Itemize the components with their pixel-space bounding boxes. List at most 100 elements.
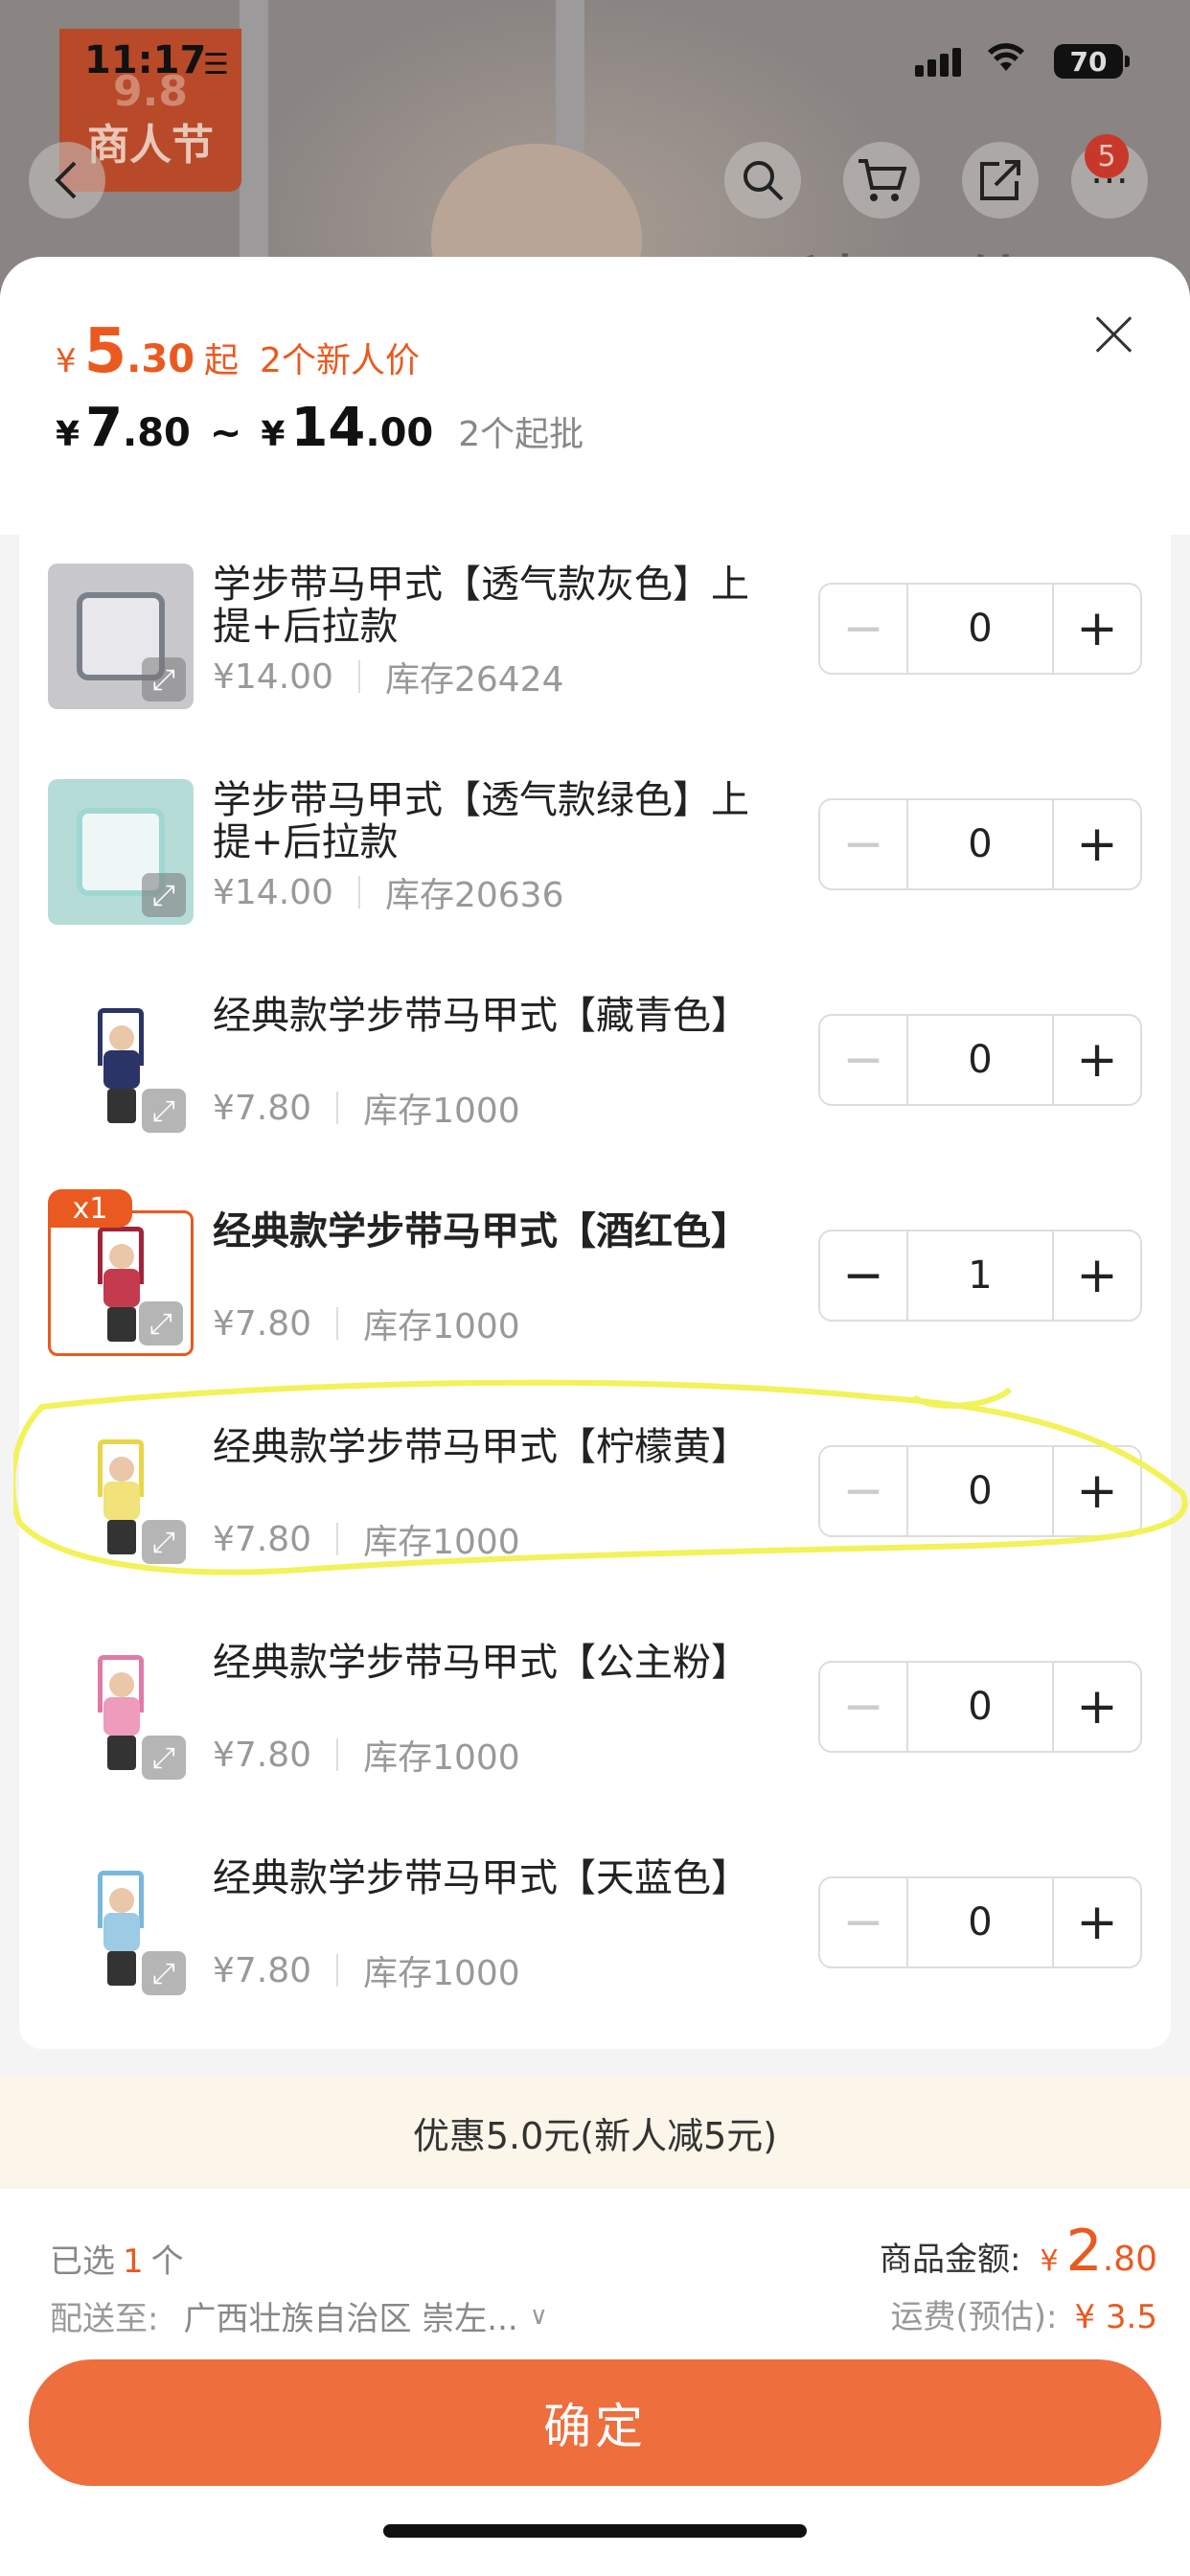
decrease-button[interactable]: − [820,1231,906,1320]
range-min-dec: .80 [123,411,191,455]
increase-button[interactable]: + [1054,1016,1140,1104]
sku-meta: ¥7.80 库存1000 [213,1299,520,1348]
goods-amount-dec: .80 [1102,2240,1157,2279]
status-bar: 11:17 ☰ 70 [0,38,1190,86]
expand-icon[interactable]: ⤢ [142,657,186,702]
expand-icon[interactable]: ⤢ [142,1736,186,1780]
quantity-stepper: − 0 + [818,1876,1142,1968]
sku-thumbnail[interactable]: ⤢ [48,564,194,709]
sku-list: ⤢ 学步带马甲式【透气款灰色】上提+后拉款 ¥14.00 库存26424 − 0 … [19,535,1171,2049]
quantity-input[interactable]: 0 [906,1663,1054,1751]
goods-amount: 商品金额: ¥ 2 .80 [880,2218,1157,2285]
ship-label: 配送至: [50,2300,159,2338]
kid-image [92,1655,149,1774]
sku-thumbnail[interactable]: ⤢ [48,1857,194,2003]
quantity-stepper: − 1 + [818,1230,1142,1322]
sku-item: ⤢ 学步带马甲式【透气款绿色】上提+后拉款 ¥14.00 库存20636 − 0 … [19,760,1171,952]
freight-estimate: 运费(预估): ¥ 3.5 [891,2290,1158,2337]
sku-thumbnail[interactable]: ⤢ [48,1210,194,1356]
currency-symbol: ¥ [1040,2244,1059,2278]
sku-thumbnail[interactable]: ⤢ [48,995,194,1140]
home-indicator [383,2524,807,2538]
ship-address-value: 广西壮族自治区 崇左... [183,2300,518,2338]
sku-name: 学步带马甲式【透气款灰色】上提+后拉款 [213,563,749,649]
sku-name: 经典款学步带马甲式【酒红色】 [213,1209,749,1254]
new-user-price: ¥ 5 .30 起 2个新人价 [56,316,420,387]
increase-button[interactable]: + [1054,1231,1140,1320]
freight-value: ¥ 3.5 [1074,2298,1157,2336]
new-user-price-label: 2个新人价 [260,341,420,380]
sku-item: ⤢ 经典款学步带马甲式【天蓝色】 ¥7.80 库存1000 − 0 + [19,1838,1171,2030]
sku-price: ¥7.80 [213,1735,312,1775]
discount-banner: 优惠5.0元(新人减5元) [0,2076,1190,2189]
quantity-input[interactable]: 0 [906,585,1054,673]
selected-label: 已选 [50,2242,115,2281]
expand-icon[interactable]: ⤢ [142,1951,186,1995]
sku-name: 学步带马甲式【透气款绿色】上提+后拉款 [213,778,749,864]
kid-image [92,1008,149,1127]
sku-price: ¥7.80 [213,1088,312,1128]
back-button[interactable] [29,142,105,218]
freight-label: 运费(预估): [890,2298,1058,2336]
range-min-int: 7 [85,397,124,459]
battery-icon: 70 [1054,44,1130,79]
sku-meta: ¥7.80 库存1000 [213,1083,520,1133]
quantity-stepper: − 0 + [818,1661,1142,1753]
decrease-button[interactable]: − [820,1016,906,1104]
signal-icon [915,46,961,77]
decrease-button[interactable]: − [820,1663,906,1751]
low-price-dec: .30 [126,337,195,381]
wifi-icon [987,42,1025,81]
decrease-button[interactable]: − [820,1878,906,1966]
divider [336,1307,339,1340]
selected-count: 1 [123,2242,144,2281]
chevron-left-icon [55,161,77,199]
quantity-input[interactable]: 1 [906,1231,1054,1320]
currency-symbol: ¥ [56,342,77,380]
decrease-button[interactable]: − [820,585,906,673]
sku-thumbnail[interactable]: ⤢ [48,1642,194,1787]
status-time: 11:17 [84,38,207,82]
close-button[interactable] [1085,305,1142,362]
quantity-input[interactable]: 0 [906,1016,1054,1104]
sku-item: ⤢ 经典款学步带马甲式【公主粉】 ¥7.80 库存1000 − 0 + [19,1622,1171,1814]
sku-thumbnail[interactable]: ⤢ [48,779,194,925]
increase-button[interactable]: + [1054,800,1140,888]
quantity-input[interactable]: 0 [906,1878,1054,1966]
share-button[interactable] [962,142,1039,218]
goods-amount-label: 商品金额: [879,2241,1021,2279]
price-suffix: 起 [204,341,240,380]
sku-item-selected: x1 ⤢ 经典款学步带马甲式【酒红色】 ¥7.80 库存1000 − 1 + [19,1189,1171,1383]
sku-stock: 库存1000 [363,1092,520,1131]
list-icon: ☰ [203,48,229,81]
expand-icon[interactable]: ⤢ [142,1089,186,1133]
divider [336,1092,339,1124]
cart-button[interactable] [843,142,920,218]
decrease-button[interactable]: − [820,800,906,888]
shipping-address[interactable]: 配送至: 广西壮族自治区 崇左... ∨ [50,2292,548,2339]
sku-name: 经典款学步带马甲式【藏青色】 [213,994,749,1038]
increase-button[interactable]: + [1054,585,1140,673]
currency-symbol: ¥ [261,415,286,454]
increase-button[interactable]: + [1054,1663,1140,1751]
divider [357,876,360,908]
confirm-button[interactable]: 确定 [29,2359,1161,2486]
sheet-header: ¥ 5 .30 起 2个新人价 ¥ 7 .80 ~ ¥ 14 .00 2个起批 [0,257,1190,535]
quantity-stepper: − 0 + [818,1014,1142,1106]
currency-symbol: ¥ [56,415,80,454]
expand-icon[interactable]: ⤢ [142,873,186,917]
selected-summary: 已选 1 个 [50,2235,184,2282]
increase-button[interactable]: + [1054,1878,1140,1966]
expand-icon[interactable]: ⤢ [139,1301,183,1346]
divider [336,1954,339,1987]
sku-item: ⤢ 经典款学步带马甲式【藏青色】 ¥7.80 库存1000 − 0 + [19,976,1171,1167]
search-button[interactable] [724,142,801,218]
sku-meta: ¥14.00 库存26424 [213,652,564,702]
chevron-down-icon: ∨ [529,2301,548,2331]
highlight-annotation [13,1379,1188,1576]
sku-price: ¥7.80 [213,1303,312,1344]
quantity-input[interactable]: 0 [906,800,1054,888]
sku-meta: ¥7.80 库存1000 [213,1945,520,1995]
range-separator: ~ [209,411,242,455]
quantity-stepper: − 0 + [818,583,1142,675]
